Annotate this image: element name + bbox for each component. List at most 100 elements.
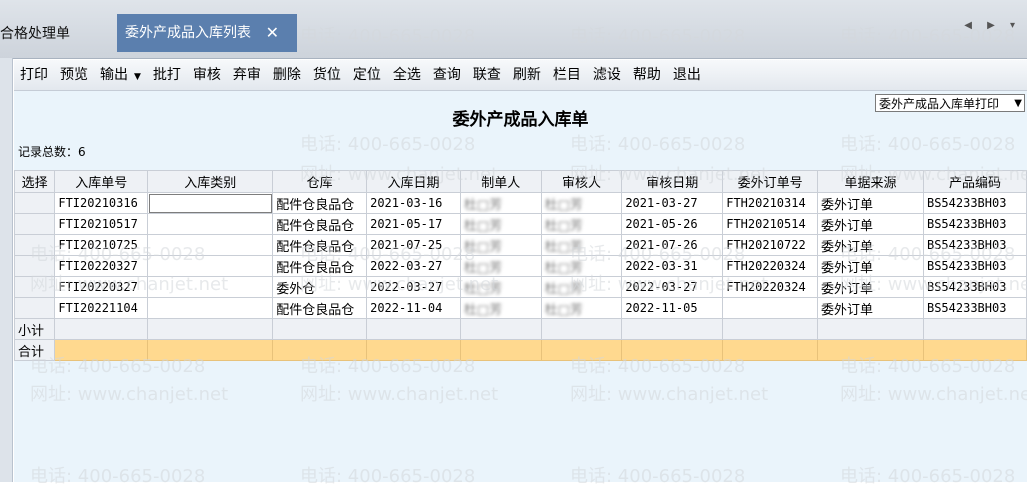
toolbar-button-2[interactable]: 输出 ▼ (94, 62, 147, 88)
table-cell-0[interactable] (13, 255, 56, 277)
close-icon[interactable]: ✕ (266, 14, 279, 52)
table-cell-7: 2022-03-27 (621, 276, 724, 298)
table-cell-5: 杜□芳 (459, 255, 542, 277)
table-row[interactable]: FTI20220327 配件仓良品仓 2022-03-27 杜□芳 杜□芳 2022-03… (13, 255, 1027, 277)
toolbar-button-label: 查询 (432, 67, 461, 83)
table-cell-1: FTI20220327 (54, 255, 149, 277)
table-cell-2[interactable] (147, 234, 274, 256)
user-name-blurred: 杜□芳 (463, 302, 503, 318)
toolbar-button-8[interactable]: 定位 (347, 62, 387, 88)
tab-quality-handling[interactable]: 合格处理单 (0, 17, 74, 51)
table-cell-7: 2022-03-31 (621, 255, 724, 277)
toolbar-button-11[interactable]: 联查 (467, 62, 507, 88)
table-cell-0[interactable] (13, 297, 56, 319)
chevron-down-icon[interactable]: ▼ (1014, 95, 1022, 111)
total-row-cell (54, 339, 149, 361)
toolbar-button-label: 打印 (20, 67, 48, 83)
tab-outsourced-product-inbound-list[interactable]: 委外产成品入库列表 ✕ (117, 14, 297, 52)
column-header-6[interactable]: 审核人 (540, 170, 623, 193)
subtotal-row: 小计 (13, 318, 1027, 340)
column-header-1[interactable]: 入库单号 (54, 170, 149, 193)
toolbar-button-4[interactable]: 审核 (187, 62, 227, 88)
table-cell-0[interactable] (13, 234, 56, 256)
toolbar-button-5[interactable]: 弃审 (227, 62, 267, 88)
toolbar-button-13[interactable]: 栏目 (547, 62, 587, 88)
table-cell-2[interactable] (147, 213, 274, 235)
column-header-4[interactable]: 入库日期 (366, 170, 461, 193)
user-name-blurred: 杜□芳 (463, 197, 503, 213)
toolbar-button-9[interactable]: 全选 (387, 62, 427, 88)
table-cell-2[interactable] (147, 192, 274, 214)
table-row[interactable]: FTI20210517 配件仓良品仓 2021-05-17 杜□芳 杜□芳 2021-05… (13, 213, 1027, 235)
subtotal-row-cell (621, 318, 724, 340)
user-name-blurred: 杜□芳 (463, 260, 503, 276)
toolbar-button-16[interactable]: 退出 (667, 62, 707, 88)
toolbar-button-label: 刷新 (512, 67, 541, 83)
toolbar-button-15[interactable]: 帮助 (627, 62, 667, 88)
toolbar-button-label: 弃审 (232, 67, 261, 83)
total-row-cell (459, 339, 542, 361)
left-frame-strip (0, 58, 13, 482)
table-row[interactable]: FTI20210725 配件仓良品仓 2021-07-25 杜□芳 杜□芳 2021-07… (13, 234, 1027, 256)
subtotal-row-cell (272, 318, 368, 340)
column-header-10[interactable]: 产品编码 (922, 170, 1027, 193)
toolbar-button-label: 栏目 (552, 67, 581, 83)
column-header-8[interactable]: 委外订单号 (722, 170, 819, 193)
table-cell-1: FTI20221104 (54, 297, 149, 319)
toolbar-button-1[interactable]: 预览 (54, 62, 94, 88)
table-cell-2[interactable] (147, 255, 274, 277)
table-cell-1: FTI20210316 (54, 192, 149, 214)
toolbar-button-12[interactable]: 刷新 (507, 62, 547, 88)
print-template-select[interactable]: 委外产成品入库单打印 ▼ (875, 94, 1025, 112)
toolbar-button-label: 全选 (392, 67, 421, 83)
toolbar-button-label: 预览 (60, 67, 88, 83)
table-cell-6: 杜□芳 (540, 297, 623, 319)
table-cell-1: FTI20220327 (54, 276, 149, 298)
print-template-value: 委外产成品入库单打印 (879, 97, 1000, 111)
table-cell-0[interactable] (13, 276, 56, 298)
table-row[interactable]: FTI20210316 配件仓良品仓 2021-03-16 杜□芳 杜□芳 2021-03… (13, 192, 1027, 214)
toolbar-button-6[interactable]: 删除 (267, 62, 307, 88)
table-cell-2[interactable] (147, 276, 274, 298)
toolbar-button-label: 审核 (192, 67, 221, 83)
table-cell-7: 2021-05-26 (621, 213, 724, 235)
user-name-blurred: 杜□芳 (544, 239, 583, 255)
toolbar-button-7[interactable]: 货位 (307, 62, 347, 88)
subtotal-row-cell (459, 318, 542, 340)
tab-bar: 合格处理单 委外产成品入库列表 ✕ ◀ ▶ ▾ (0, 0, 1027, 59)
table-cell-3: 配件仓良品仓 (272, 234, 368, 256)
table-cell-2[interactable] (147, 297, 274, 319)
tab-scroll-arrows-icon[interactable]: ◀ ▶ ▾ (964, 20, 1021, 31)
chevron-down-icon[interactable]: ▼ (134, 72, 141, 82)
column-header-0[interactable]: 选择 (13, 170, 56, 193)
table-cell-4: 2022-11-04 (366, 297, 461, 319)
user-name-blurred: 杜□芳 (544, 260, 583, 276)
column-header-9[interactable]: 单据来源 (817, 170, 924, 193)
table-cell-8 (722, 297, 819, 319)
user-name-blurred: 杜□芳 (544, 197, 583, 213)
column-header-5[interactable]: 制单人 (459, 170, 542, 193)
total-row-cell (722, 339, 819, 361)
table-cell-8: FTH20210314 (722, 192, 819, 214)
column-header-7[interactable]: 审核日期 (621, 170, 724, 193)
table-row[interactable]: FTI20221104 配件仓良品仓 2022-11-04 杜□芳 杜□芳 2022-11… (13, 297, 1027, 319)
column-header-3[interactable]: 仓库 (272, 170, 368, 193)
table-cell-10: BS54233BH03 (922, 276, 1027, 298)
total-row-cell (366, 339, 461, 361)
column-header-2[interactable]: 入库类别 (147, 170, 274, 193)
table-cell-9: 委外订单 (817, 234, 924, 256)
table-cell-0[interactable] (13, 213, 56, 235)
toolbar-button-14[interactable]: 滤设 (587, 62, 627, 88)
toolbar-button-3[interactable]: 批打 (147, 62, 187, 88)
toolbar-button-label: 输出 (100, 67, 128, 83)
table-row[interactable]: FTI20220327 委外仓 2022-03-27 杜□芳 杜□芳 2022-03-27… (13, 276, 1027, 298)
table-cell-4: 2021-03-16 (366, 192, 461, 214)
toolbar-button-10[interactable]: 查询 (427, 62, 467, 88)
subtotal-row-cell (366, 318, 461, 340)
user-name-blurred: 杜□芳 (463, 281, 503, 297)
table-cell-1: FTI20210725 (54, 234, 149, 256)
table-cell-3: 配件仓良品仓 (272, 255, 368, 277)
table-cell-0[interactable] (13, 192, 56, 214)
table-cell-3: 配件仓良品仓 (272, 297, 368, 319)
toolbar-button-0[interactable]: 打印 (14, 62, 54, 88)
